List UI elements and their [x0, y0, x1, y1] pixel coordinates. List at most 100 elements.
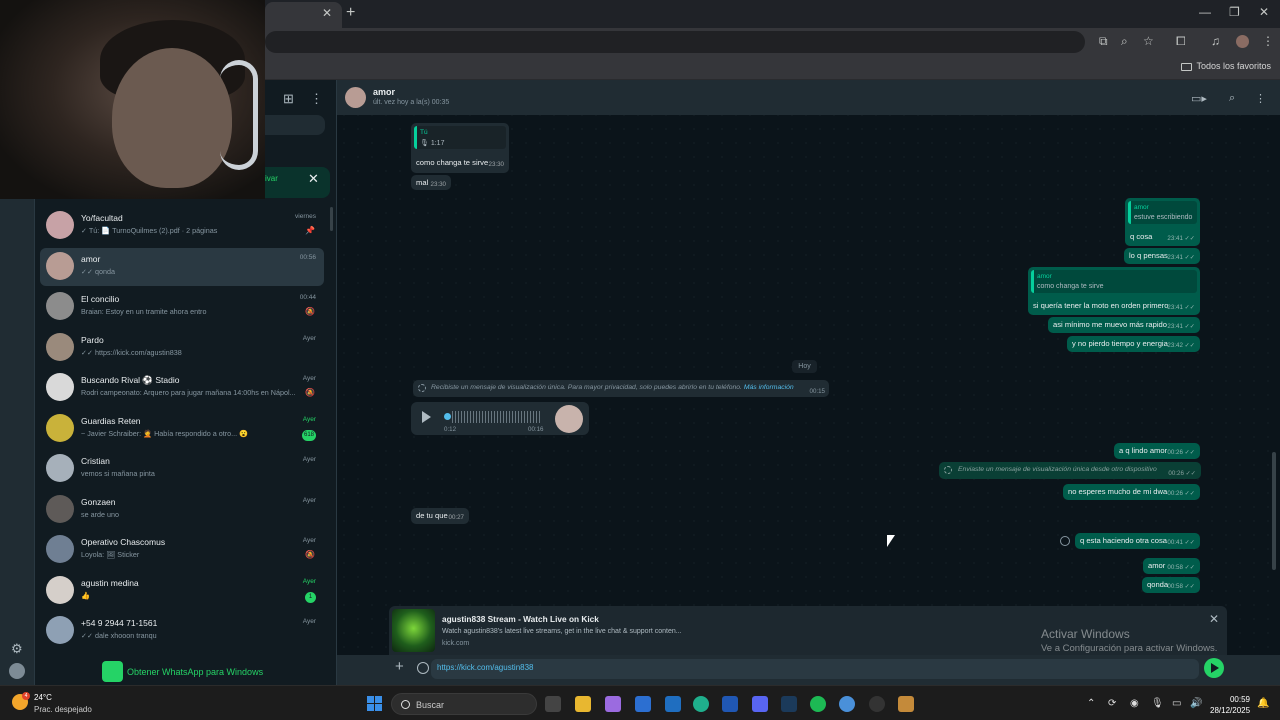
- message-out[interactable]: no esperes mucho de mi dwa 00:26 ✓✓: [1063, 484, 1200, 500]
- message-in[interactable]: mal 23:30: [411, 175, 451, 190]
- chat-list-item[interactable]: Pardo ✓✓ https://kick.com/agustin838 Ayer: [40, 329, 324, 367]
- emoji-icon[interactable]: [417, 662, 429, 674]
- notifications-icon[interactable]: 🔔: [1257, 698, 1269, 709]
- message-input-value[interactable]: https://kick.com/agustin838: [437, 663, 534, 672]
- quoted-message[interactable]: Tú 🎙 1:17: [414, 126, 506, 149]
- install-app-icon[interactable]: ⧉: [1099, 34, 1108, 49]
- waveform[interactable]: [452, 411, 542, 423]
- store-icon[interactable]: [635, 696, 651, 712]
- chat-avatar: [46, 616, 74, 644]
- chat-list-item[interactable]: Gonzaen se arde uno Ayer: [40, 491, 324, 529]
- app-icon[interactable]: [722, 696, 738, 712]
- address-bar[interactable]: [265, 31, 1085, 53]
- maximize-icon[interactable]: ❐: [1229, 5, 1240, 19]
- start-button[interactable]: [367, 696, 382, 711]
- contact-avatar[interactable]: [345, 87, 366, 108]
- copilot-icon[interactable]: [605, 696, 621, 712]
- tray-chevron-icon[interactable]: ⌃: [1087, 698, 1095, 709]
- message-out[interactable]: amor como changa te sirve si quería tene…: [1028, 267, 1200, 315]
- message-out[interactable]: qonda 00:58 ✓✓: [1142, 577, 1200, 593]
- chat-list-item[interactable]: agustin medina 👍 Ayer 1: [40, 572, 324, 610]
- profile-avatar[interactable]: [1236, 35, 1249, 48]
- message-out[interactable]: q esta haciendo otra cosa 00:41 ✓✓: [1075, 533, 1200, 549]
- message-out[interactable]: amor estuve escribiendo q cosa 23:41 ✓✓: [1125, 198, 1200, 246]
- microphone-icon[interactable]: 🎙: [1151, 698, 1164, 709]
- chat-avatar: [46, 252, 74, 280]
- settings-gear-icon[interactable]: ⚙: [11, 641, 23, 657]
- react-emoji-icon[interactable]: [1060, 536, 1070, 546]
- chat-list-item[interactable]: Yo/facultad ✓ Tú: 📄 TurnoQuilmes (2).pdf …: [40, 207, 324, 245]
- quoted-message[interactable]: amor como changa te sirve: [1031, 270, 1197, 293]
- steam-icon[interactable]: [781, 696, 797, 712]
- discord-icon[interactable]: [752, 696, 768, 712]
- play-icon[interactable]: [422, 411, 431, 423]
- close-window-icon[interactable]: ✕: [1259, 5, 1269, 19]
- message-out[interactable]: asi mínimo me muevo más rapido 23:41 ✓✓: [1048, 317, 1200, 333]
- sync-icon[interactable]: ⟳: [1108, 698, 1116, 709]
- new-chat-icon[interactable]: ⊞: [283, 91, 294, 107]
- whatsapp-logo-icon: [102, 661, 123, 682]
- zoom-icon[interactable]: ⌕: [1121, 34, 1128, 49]
- outlook-icon[interactable]: [665, 696, 681, 712]
- chat-list-item[interactable]: Operativo Chascomus Loyola: 🖼 Sticker Ayer…: [40, 531, 324, 569]
- minimize-icon[interactable]: —: [1199, 5, 1211, 19]
- get-whatsapp-windows-link[interactable]: Obtener WhatsApp para Windows: [102, 660, 263, 684]
- chat-list-item[interactable]: +54 9 2944 71-1561 ✓✓ dale xhooon tranqu A…: [40, 612, 324, 650]
- view-once-icon: [418, 384, 426, 392]
- extensions-icon[interactable]: ⧠: [1176, 34, 1186, 49]
- send-icon[interactable]: [1204, 658, 1224, 678]
- chat-list-item[interactable]: El concilio Braian: Estoy en un tramite a…: [40, 288, 324, 326]
- chat-list-item[interactable]: Cristian vemos si mañana pinta Ayer: [40, 450, 324, 488]
- playback-scrubber[interactable]: [444, 413, 451, 420]
- weather-temp[interactable]: 24°C: [34, 693, 52, 702]
- message-out[interactable]: amor 00:58 ✓✓: [1143, 558, 1200, 574]
- taskbar-clock[interactable]: 00:59 28/12/2025: [1210, 694, 1250, 716]
- banner-action-link[interactable]: ivar: [265, 174, 278, 183]
- person-face: [112, 48, 232, 188]
- menu-icon[interactable]: ⋮: [310, 91, 323, 107]
- message-out[interactable]: lo q pensas 23:41 ✓✓: [1124, 248, 1200, 264]
- search-icon[interactable]: ⌕: [1229, 92, 1235, 105]
- voice-message[interactable]: 0:12 00:16: [411, 402, 589, 435]
- new-tab-icon[interactable]: +: [346, 4, 355, 22]
- menu-icon[interactable]: ⋮: [1255, 92, 1266, 105]
- chat-list-scrollbar[interactable]: [330, 207, 333, 231]
- more-info-link[interactable]: Más información: [744, 384, 794, 391]
- quoted-message[interactable]: amor estuve escribiendo: [1128, 201, 1197, 224]
- volume-icon[interactable]: 🔊: [1190, 698, 1202, 709]
- close-preview-icon[interactable]: ✕: [1209, 612, 1219, 626]
- obs-icon[interactable]: [869, 696, 885, 712]
- sender-avatar: [555, 405, 583, 433]
- all-favorites-folder[interactable]: Todos los favoritos: [1181, 61, 1271, 71]
- chat-list-item[interactable]: amor ✓✓ qonda 00:56: [40, 248, 324, 286]
- close-banner-icon[interactable]: ✕: [308, 171, 319, 187]
- video-call-icon[interactable]: ▭▸: [1191, 92, 1207, 105]
- chat-list-item[interactable]: Guardias Reten ~ Javier Schraiber: 🤦 Habí…: [40, 410, 324, 448]
- tray-app-icon[interactable]: ◉: [1130, 698, 1139, 709]
- media-icon[interactable]: ♫: [1211, 34, 1220, 48]
- weather-desc[interactable]: Prac. despejado: [34, 705, 92, 714]
- star-icon[interactable]: ☆: [1143, 34, 1154, 48]
- message-out[interactable]: y no pierdo tiempo y energia 23:42 ✓✓: [1067, 336, 1200, 352]
- file-explorer-icon[interactable]: [575, 696, 591, 712]
- message-out[interactable]: a q lindo amor 00:26 ✓✓: [1114, 443, 1200, 459]
- message-in[interactable]: de tu que 00:27: [411, 508, 469, 524]
- task-view-icon[interactable]: [545, 696, 561, 712]
- taskbar-search[interactable]: Buscar: [391, 693, 537, 715]
- message-input[interactable]: [431, 659, 1199, 679]
- app-icon-2[interactable]: [898, 696, 914, 712]
- search-chats-input[interactable]: [265, 115, 325, 135]
- message-in[interactable]: Tú 🎙 1:17 como changa te sirve 23:30: [411, 123, 509, 173]
- close-tab-icon[interactable]: ✕: [322, 6, 332, 20]
- chrome-icon[interactable]: [839, 696, 855, 712]
- attach-plus-icon[interactable]: +: [395, 658, 404, 675]
- edge-icon[interactable]: [693, 696, 709, 712]
- conversation-header[interactable]: [337, 80, 1280, 115]
- spotify-icon[interactable]: [810, 696, 826, 712]
- chat-list-item[interactable]: Buscando Rival ⚽ Stadio Rodri campeonato:…: [40, 369, 324, 407]
- chat-preview: Rodri campeonato: Arquero para jugar mañ…: [81, 388, 296, 397]
- conversation-scrollbar[interactable]: [1272, 452, 1276, 570]
- network-icon[interactable]: ▭: [1172, 698, 1181, 709]
- kebab-menu-icon[interactable]: ⋮: [1262, 34, 1274, 48]
- profile-avatar-rail[interactable]: [9, 663, 25, 679]
